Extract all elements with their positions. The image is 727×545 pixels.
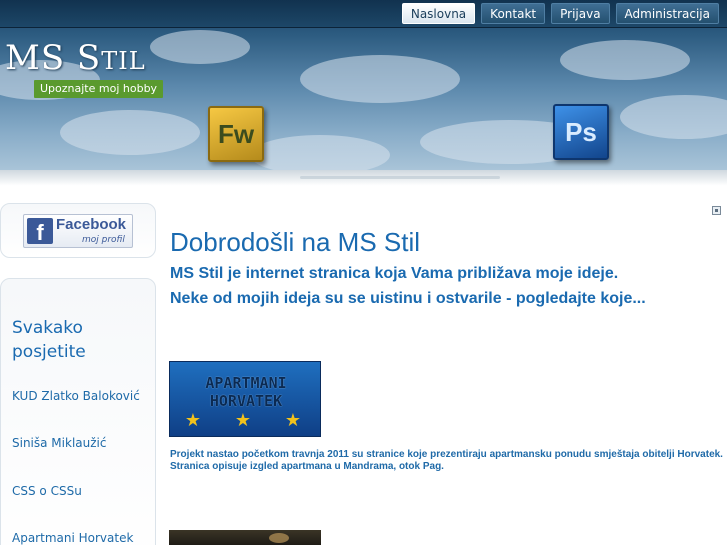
- site-logo[interactable]: MS Stil: [5, 38, 146, 78]
- fireworks-icon: Fw: [208, 106, 264, 162]
- main-nav: Naslovna Kontakt Prijava Administracija: [401, 3, 719, 24]
- facebook-title: Facebook: [56, 216, 127, 233]
- project-description-2: Stranica opisuje izgled apartmana u Mand…: [170, 461, 444, 472]
- nav-kontakt[interactable]: Kontakt: [481, 3, 546, 24]
- star-icon: ★: [234, 410, 252, 431]
- nav-administracija[interactable]: Administracija: [615, 3, 719, 24]
- sidebar-links-box: Svakako posjetite KUD Zlatko Baloković S…: [0, 278, 156, 545]
- facebook-profile-button[interactable]: f Facebook moj profil: [23, 214, 133, 248]
- banner-line-1: APARTMANI: [205, 374, 287, 392]
- header-divider: [0, 170, 727, 196]
- photoshop-icon: Ps: [553, 104, 609, 160]
- header-banner: MS Stil Upoznajte moj hobby Fw Ps: [0, 0, 727, 170]
- facebook-subtitle: moj profil: [82, 235, 125, 245]
- facebook-box: f Facebook moj profil: [0, 203, 156, 258]
- intro-line-2: Neke od mojih ideja su se uistinu i ostv…: [170, 290, 646, 307]
- sidebar-link-css[interactable]: CSS o CSSu: [12, 484, 82, 498]
- edit-icon[interactable]: [712, 206, 721, 215]
- nav-naslovna[interactable]: Naslovna: [401, 3, 476, 24]
- banner-line-2: HORVATEK: [209, 392, 283, 410]
- second-project-image[interactable]: [169, 530, 321, 545]
- apartmani-horvatek-banner[interactable]: APARTMANI HORVATEK ★ ★ ★: [169, 361, 321, 437]
- project-description-1: Projekt nastao početkom travnja 2011 su …: [170, 449, 723, 460]
- sidebar-link-kud[interactable]: KUD Zlatko Baloković: [12, 389, 140, 403]
- star-icon: ★: [184, 410, 202, 431]
- sidebar-heading: Svakako posjetite: [12, 318, 86, 362]
- divider-line: [300, 176, 500, 179]
- sidebar-link-sinisa[interactable]: Siniša Miklaužić: [12, 436, 106, 450]
- facebook-icon: f: [27, 218, 53, 245]
- nav-prijava[interactable]: Prijava: [551, 3, 610, 24]
- intro-line-1: MS Stil je internet stranica koja Vama p…: [170, 265, 619, 282]
- tagline-badge: Upoznajte moj hobby: [34, 80, 164, 98]
- sidebar-link-apartmani[interactable]: Apartmani Horvatek: [12, 531, 133, 545]
- star-icon: ★: [284, 410, 302, 431]
- page-title: Dobrodošli na MS Stil: [170, 227, 420, 257]
